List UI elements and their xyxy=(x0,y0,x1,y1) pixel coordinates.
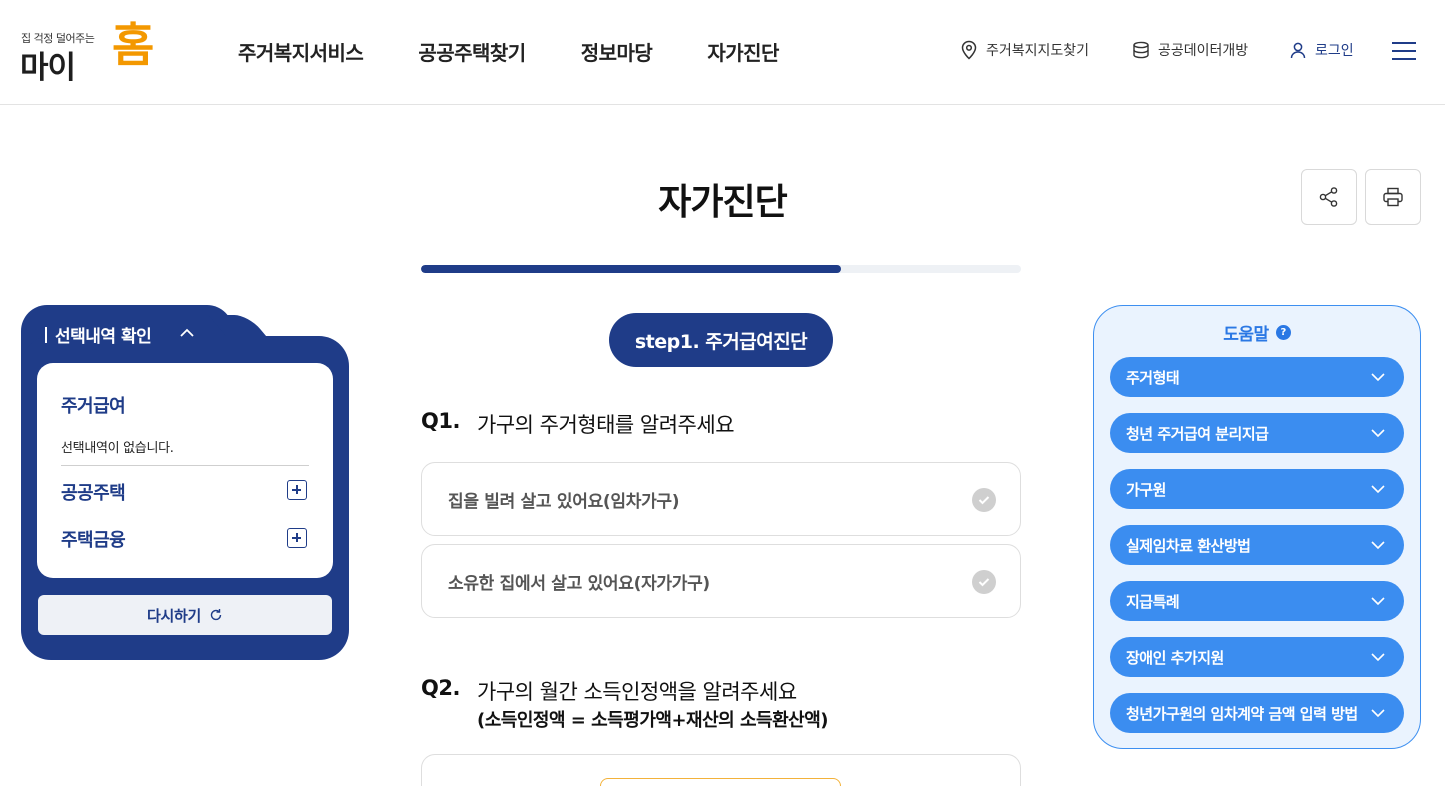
hamburger-menu-icon[interactable] xyxy=(1390,39,1418,63)
nav-self-diagnosis[interactable]: 자가진단 xyxy=(707,37,779,66)
housing-benefit-heading: 주거급여 xyxy=(61,396,126,417)
selection-title: 선택내역 확인 xyxy=(45,322,152,347)
question-number: Q1. xyxy=(421,409,460,433)
progress-bar xyxy=(421,265,1021,273)
reset-label: 다시하기 xyxy=(146,606,201,625)
chevron-down-icon xyxy=(1371,429,1385,438)
check-icon xyxy=(972,488,996,512)
chevron-down-icon xyxy=(1371,373,1385,382)
refresh-icon xyxy=(210,609,222,621)
income-input[interactable] xyxy=(600,778,841,786)
nav-info[interactable]: 정보마당 xyxy=(581,37,653,66)
option-label: 집을 빌려 살고 있어요(임차가구) xyxy=(448,491,680,512)
open-data-label: 공공데이터개방 xyxy=(1158,43,1249,59)
question-text: 가구의 월간 소득인정액을 알려주세요 xyxy=(477,680,797,704)
nav-housing-welfare[interactable]: 주거복지서비스 xyxy=(238,37,364,66)
help-item-label: 주거형태 xyxy=(1126,368,1180,387)
chevron-down-icon xyxy=(1371,541,1385,550)
site-header: 집 걱정 덜어주는 마이 홈 주거복지서비스 공공주택찾기 정보마당 자가진단 … xyxy=(0,0,1445,105)
progress-fill xyxy=(421,265,841,273)
logo-name: 마이 xyxy=(20,50,76,86)
help-item-housing-type[interactable]: 주거형태 xyxy=(1110,357,1404,397)
option-label: 소유한 집에서 살고 있어요(자가가구) xyxy=(448,573,710,594)
help-item-rent-conversion[interactable]: 실제임차료 환산방법 xyxy=(1110,525,1404,565)
empty-selection-text: 선택내역이 없습니다. xyxy=(61,441,174,456)
help-panel: 도움말 ? 주거형태 청년 주거급여 분리지급 가구원 실제임차료 환산방법 지… xyxy=(1093,305,1421,749)
chevron-down-icon xyxy=(1371,597,1385,606)
selection-card: 주거급여 선택내역이 없습니다. 공공주택 주택금융 xyxy=(37,363,333,578)
expand-plus-icon[interactable] xyxy=(287,528,307,548)
title-bar xyxy=(45,326,47,343)
public-housing-heading: 공공주택 xyxy=(61,483,126,504)
selection-summary-panel: 선택내역 확인 주거급여 선택내역이 없습니다. 공공주택 주택금융 다시하기 xyxy=(21,305,349,660)
database-icon xyxy=(1133,41,1149,59)
question-number: Q2. xyxy=(421,676,460,700)
check-icon xyxy=(972,570,996,594)
help-item-household-members[interactable]: 가구원 xyxy=(1110,469,1404,509)
selection-title-text: 선택내역 확인 xyxy=(55,327,152,347)
logo-home-mark: 홈 xyxy=(112,18,155,72)
main-nav: 주거복지서비스 공공주택찾기 정보마당 자가진단 xyxy=(238,37,779,66)
help-item-payment-exception[interactable]: 지급특례 xyxy=(1110,581,1404,621)
help-item-label: 실제임차료 환산방법 xyxy=(1126,536,1251,555)
user-icon xyxy=(1290,42,1306,59)
chevron-up-icon[interactable] xyxy=(179,325,195,341)
help-item-label: 가구원 xyxy=(1126,480,1166,499)
login-link[interactable]: 로그인 xyxy=(1289,40,1354,60)
page-title: 자가진단 xyxy=(658,182,787,223)
help-item-label: 지급특례 xyxy=(1126,592,1180,611)
share-icon xyxy=(1319,187,1338,207)
housing-finance-heading: 주택금융 xyxy=(61,530,126,551)
welfare-map-label: 주거복지지도찾기 xyxy=(986,43,1090,59)
question-text: 가구의 주거형태를 알려주세요 xyxy=(477,413,735,437)
help-item-label: 장애인 추가지원 xyxy=(1126,648,1224,667)
welfare-map-link[interactable]: 주거복지지도찾기 xyxy=(960,40,1089,60)
chevron-down-icon xyxy=(1371,709,1385,718)
divider xyxy=(61,465,309,466)
help-item-youth-separate-payment[interactable]: 청년 주거급여 분리지급 xyxy=(1110,413,1404,453)
option-owner-household[interactable]: 소유한 집에서 살고 있어요(자가가구) xyxy=(421,544,1021,618)
chevron-down-icon xyxy=(1371,653,1385,662)
help-title: 도움말 ? xyxy=(1094,320,1420,345)
help-item-label: 청년가구원의 임차계약 금액 입력 방법 xyxy=(1126,704,1358,723)
site-logo[interactable]: 집 걱정 덜어주는 마이 홈 xyxy=(20,18,160,86)
expand-plus-icon[interactable] xyxy=(287,480,307,500)
printer-icon xyxy=(1383,187,1403,207)
help-item-disability-support[interactable]: 장애인 추가지원 xyxy=(1110,637,1404,677)
question-mark-icon: ? xyxy=(1275,325,1291,340)
chevron-down-icon xyxy=(1371,485,1385,494)
share-button[interactable] xyxy=(1301,169,1357,225)
open-data-link[interactable]: 공공데이터개방 xyxy=(1132,40,1248,60)
print-button[interactable] xyxy=(1365,169,1421,225)
nav-public-housing[interactable]: 공공주택찾기 xyxy=(418,37,526,66)
question-subtext: (소득인정액 = 소득평가액+재산의 소득환산액) xyxy=(477,710,829,731)
step-badge: step1. 주거급여진단 xyxy=(609,313,833,367)
question-1: Q1. 가구의 주거형태를 알려주세요 xyxy=(421,409,735,439)
login-label: 로그인 xyxy=(1315,43,1354,59)
reset-button[interactable]: 다시하기 xyxy=(38,595,332,635)
help-title-text: 도움말 xyxy=(1223,325,1269,345)
question-2: Q2. 가구의 월간 소득인정액을 알려주세요 xyxy=(421,676,797,706)
option-rental-household[interactable]: 집을 빌려 살고 있어요(임차가구) xyxy=(421,462,1021,536)
map-pin-icon xyxy=(961,40,977,60)
help-item-label: 청년 주거급여 분리지급 xyxy=(1126,424,1269,443)
help-item-youth-lease-input[interactable]: 청년가구원의 임차계약 금액 입력 방법 xyxy=(1110,693,1404,733)
